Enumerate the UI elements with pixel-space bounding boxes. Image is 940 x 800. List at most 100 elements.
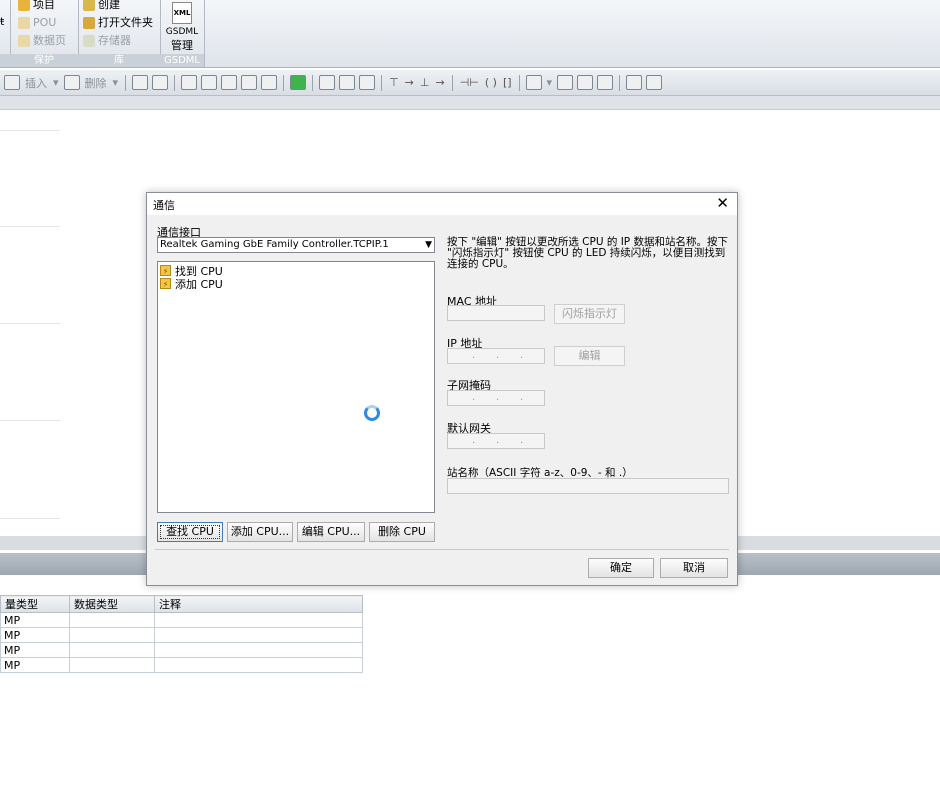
- lock-icon: [18, 17, 30, 29]
- toolbar-insert[interactable]: 插入: [25, 75, 47, 91]
- add-cpu-button[interactable]: 添加 CPU...: [227, 522, 293, 542]
- ribbon-group-gsdml: XML GSDML 管理 GSDML: [160, 0, 205, 67]
- dropdown-arrow-icon[interactable]: ▾: [113, 76, 119, 89]
- contact-down-icon[interactable]: →: [405, 76, 414, 89]
- note-icon[interactable]: [646, 75, 663, 90]
- ribbon-item-data-page[interactable]: 数据页: [18, 33, 66, 49]
- box-icon[interactable]: [261, 75, 278, 90]
- delete-icon[interactable]: [63, 75, 80, 90]
- toolbar-separator: [283, 74, 285, 91]
- contact-branch-icon[interactable]: ⊤: [389, 76, 399, 89]
- box-icon[interactable]: [241, 75, 258, 90]
- close-icon[interactable]: ✕: [716, 195, 729, 211]
- dropdown-arrow-icon[interactable]: ▼: [425, 238, 432, 252]
- blink-button[interactable]: 闪烁指示灯: [554, 304, 625, 324]
- edit-cpu-button[interactable]: 编辑 CPU...: [297, 522, 365, 542]
- toolbar-separator: [174, 74, 176, 91]
- ok-button[interactable]: 确定: [588, 558, 654, 578]
- ribbon-group-library: 创建 打开文件夹 存储器 库: [78, 0, 161, 67]
- folder-icon: [83, 17, 95, 29]
- toolbar-delete[interactable]: 删除: [85, 75, 107, 91]
- ribbon-group-label-partial: [0, 54, 10, 67]
- ribbon-item-open-folder[interactable]: 打开文件夹: [83, 15, 153, 31]
- ribbon-group-label-library: 库: [78, 54, 160, 67]
- network-icon[interactable]: [152, 75, 169, 90]
- find-cpu-button[interactable]: 查找 CPU: [157, 522, 223, 542]
- interface-select[interactable]: Realtek Gaming GbE Family Controller.TCP…: [157, 237, 435, 253]
- station-name-field: [447, 478, 729, 494]
- network-line: [0, 518, 60, 519]
- bookmark-icon[interactable]: [359, 75, 376, 90]
- print-icon[interactable]: [319, 75, 336, 90]
- dropdown-arrow-icon[interactable]: ▾: [547, 76, 553, 89]
- lock-icon: [18, 35, 30, 47]
- network-line: [0, 130, 60, 131]
- contact-icon[interactable]: ⊣⊢: [460, 76, 479, 89]
- box-icon[interactable]: [201, 75, 218, 90]
- ribbon-item-storage[interactable]: 存储器: [83, 33, 131, 49]
- toolbar-separator: [125, 74, 127, 91]
- gsdml-label-line1: GSDML: [165, 27, 199, 37]
- col-data-type[interactable]: 数据类型: [69, 595, 155, 613]
- run-icon[interactable]: [290, 75, 307, 90]
- ribbon-group-label-protect: 保护: [10, 54, 78, 67]
- box-icon[interactable]: [181, 75, 198, 90]
- table-row[interactable]: MP: [0, 612, 363, 628]
- table-row[interactable]: MP: [0, 642, 363, 658]
- lock-icon: [18, 0, 30, 11]
- coil-icon[interactable]: ( ): [485, 76, 497, 89]
- edit-button[interactable]: 编辑: [554, 346, 625, 366]
- network-line: [0, 226, 60, 227]
- ribbon-fragment: ŧ: [0, 15, 5, 28]
- gsdml-label-line2[interactable]: 管理: [160, 37, 204, 53]
- dropdown-arrow-icon[interactable]: ▾: [53, 76, 59, 89]
- variable-table: 量类型 数据类型 注释 MP MP MP MP: [0, 595, 363, 673]
- box-instr-icon[interactable]: []: [503, 76, 512, 89]
- network-icon[interactable]: [132, 75, 149, 90]
- comment-icon[interactable]: [525, 75, 542, 90]
- ribbon-item-create[interactable]: 创建: [83, 0, 120, 13]
- note-icon[interactable]: [626, 75, 643, 90]
- table-row[interactable]: MP: [0, 657, 363, 673]
- table-row[interactable]: MP: [0, 627, 363, 643]
- interface-value: Realtek Gaming GbE Family Controller.TCP…: [160, 239, 389, 250]
- cancel-button[interactable]: 取消: [660, 558, 728, 578]
- network-line: [0, 420, 60, 421]
- print-icon[interactable]: [339, 75, 356, 90]
- editor-subbar: [0, 96, 940, 110]
- col-comment[interactable]: 注释: [154, 595, 363, 613]
- lightning-icon: ⚡: [160, 278, 171, 289]
- dialog-description: 按下 "编辑" 按钮以更改所选 CPU 的 IP 数据和站名称。按下 "闪烁指示…: [447, 236, 728, 270]
- toolbar-separator: [518, 74, 520, 91]
- toolbar-separator: [381, 74, 383, 91]
- subnet-field: ...: [447, 390, 545, 406]
- ribbon-group-label-gsdml: GSDML: [160, 54, 204, 67]
- library-create-icon: [83, 0, 95, 11]
- symbol-icon[interactable]: [557, 75, 574, 90]
- line-right-icon[interactable]: →: [435, 76, 444, 89]
- ribbon: ŧ 项目 POU 数据页 保护 创建 打开文件夹 存储器 库 XML GSDML…: [0, 0, 940, 68]
- toolbar-separator: [451, 74, 453, 91]
- ribbon-item-project[interactable]: 项目: [18, 0, 55, 13]
- col-var-type[interactable]: 量类型: [0, 595, 70, 613]
- edit-icon[interactable]: [597, 75, 614, 90]
- box-icon[interactable]: [221, 75, 238, 90]
- dialog-titlebar[interactable]: 通信 ✕: [147, 193, 737, 215]
- editor-toolbar: 插入 ▾ 删除 ▾ ⊤ → ⊥ → ⊣⊢ ( ) [] ▾: [0, 70, 940, 96]
- storage-icon: [83, 35, 95, 47]
- toolbar-separator: [312, 74, 314, 91]
- tree-item-added-cpu[interactable]: ⚡ 添加 CPU: [160, 277, 223, 291]
- toolbar-separator: [619, 74, 621, 91]
- xml-file-icon[interactable]: XML: [172, 2, 192, 24]
- contact-up-icon[interactable]: ⊥: [420, 76, 430, 89]
- ribbon-group-protect: 项目 POU 数据页 保护: [10, 0, 79, 67]
- table-icon[interactable]: [577, 75, 594, 90]
- cpu-tree[interactable]: ⚡ 找到 CPU ⚡ 添加 CPU: [157, 261, 435, 513]
- gateway-field: ...: [447, 433, 545, 449]
- ribbon-item-pou[interactable]: POU: [18, 15, 56, 31]
- network-line: [0, 323, 60, 324]
- insert-icon[interactable]: [4, 75, 20, 90]
- dialog-title: 通信: [153, 199, 175, 212]
- ip-field: ...: [447, 348, 545, 364]
- delete-cpu-button[interactable]: 删除 CPU: [369, 522, 435, 542]
